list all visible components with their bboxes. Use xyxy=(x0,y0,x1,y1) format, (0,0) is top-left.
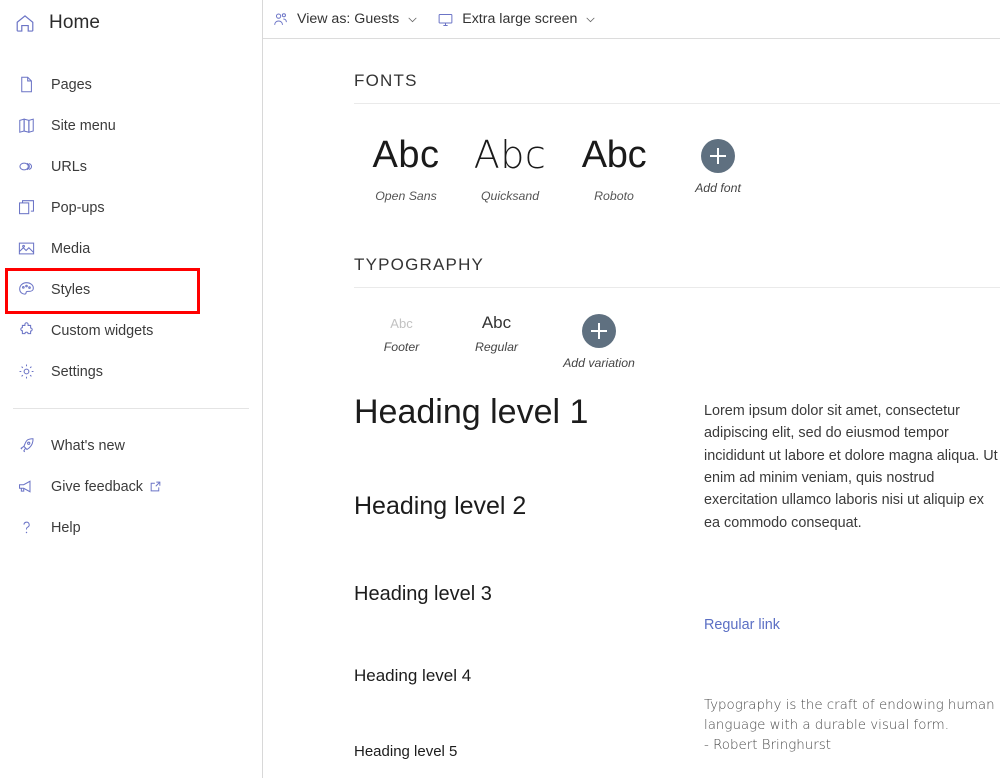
quote-sample: Typography is the craft of endowing huma… xyxy=(704,696,1000,756)
variation-card-regular[interactable]: Abc Regular xyxy=(449,310,544,354)
font-name: Quicksand xyxy=(480,189,540,203)
font-sample: Abc xyxy=(581,134,647,176)
quote-text: Typography is the craft of endowing huma… xyxy=(704,697,995,734)
fonts-list: Abc Open Sans Abc Quicksand Abc Roboto A… xyxy=(263,133,1000,203)
link-icon xyxy=(19,162,32,171)
main-panel: View as: Guests Extra large screen FONTS… xyxy=(263,0,1000,778)
sidebar-item-custom-widgets[interactable]: Custom widgets xyxy=(0,310,262,351)
sidebar-home-label: Home xyxy=(49,12,101,33)
typography-variations: Abc Footer Abc Regular Add variation xyxy=(263,310,1000,370)
paragraph-sample: Lorem ipsum dolor sit amet, consectetur … xyxy=(704,403,998,531)
monitor-icon xyxy=(438,13,453,26)
typography-preview: Heading level 1 Heading level 2 Heading … xyxy=(263,393,1000,760)
sidebar-item-give-feedback[interactable]: Give feedback xyxy=(0,466,262,507)
body-text-column: Lorem ipsum dolor sit amet, consectetur … xyxy=(694,394,1000,760)
home-icon xyxy=(16,15,34,32)
add-font-button[interactable]: Add font xyxy=(666,133,770,195)
font-card[interactable]: Abc Roboto xyxy=(562,133,666,203)
external-link-icon xyxy=(150,481,161,492)
view-as-label: View as: Guests xyxy=(297,11,400,27)
sidebar-item-label: Pop-ups xyxy=(51,199,105,216)
heading-level-1: Heading level 1 xyxy=(354,393,589,431)
image-icon xyxy=(18,242,35,255)
sidebar-item-label: URLs xyxy=(51,158,87,175)
palette-icon xyxy=(19,282,34,295)
book-icon xyxy=(19,118,34,133)
font-sample: Abc xyxy=(372,134,440,176)
sidebar-item-whats-new[interactable]: What's new xyxy=(0,425,262,466)
sidebar-item-label: Site menu xyxy=(51,117,116,134)
screen-size-dropdown[interactable]: Extra large screen xyxy=(437,11,597,28)
variation-name: Regular xyxy=(474,340,519,354)
heading-level-2: Heading level 2 xyxy=(354,492,527,521)
question-icon xyxy=(23,521,30,534)
sidebar-item-popups[interactable]: Pop-ups xyxy=(0,187,262,228)
sidebar-item-media[interactable]: Media xyxy=(0,228,262,269)
sidebar-home[interactable]: Home xyxy=(0,0,262,46)
chevron-down-icon xyxy=(408,17,417,22)
sidebar: Home Pages Site menu URLs Pop-ups Media … xyxy=(0,0,263,778)
screen-size-label: Extra large screen xyxy=(462,11,578,27)
section-divider xyxy=(354,287,1000,288)
quote-author: - Robert Bringhurst xyxy=(704,738,831,754)
add-variation-button[interactable]: Add variation xyxy=(544,310,654,370)
font-card[interactable]: Abc Open Sans xyxy=(354,133,458,203)
sidebar-item-label: Settings xyxy=(51,363,103,380)
people-icon xyxy=(274,12,287,25)
font-sample: Abc xyxy=(473,133,547,177)
sidebar-item-styles[interactable]: Styles xyxy=(0,269,262,310)
view-as-dropdown[interactable]: View as: Guests xyxy=(272,11,419,28)
variation-sample: Abc xyxy=(481,313,512,332)
styles-editor-page: Home Pages Site menu URLs Pop-ups Media … xyxy=(0,0,1000,778)
styles-content: FONTS Abc Open Sans Abc Quicksand Abc Ro… xyxy=(263,71,1000,760)
add-variation-label: Add variation xyxy=(563,356,635,370)
sidebar-item-help[interactable]: Help xyxy=(0,507,262,548)
sidebar-divider xyxy=(13,408,249,409)
font-name: Open Sans xyxy=(375,189,437,203)
page-icon xyxy=(21,76,32,93)
sidebar-secondary-nav: What's new Give feedback Help xyxy=(0,425,262,548)
heading-level-3: Heading level 3 xyxy=(354,582,492,605)
popups-icon xyxy=(19,200,34,215)
variation-card-footer[interactable]: Abc Footer xyxy=(354,310,449,355)
sidebar-item-urls[interactable]: URLs xyxy=(0,146,262,187)
typography-section-title: TYPOGRAPHY xyxy=(354,255,485,274)
plus-icon xyxy=(701,139,735,173)
sidebar-item-label: What's new xyxy=(51,437,125,454)
chevron-down-icon xyxy=(586,17,595,22)
plus-icon xyxy=(582,314,616,348)
regular-link[interactable]: Regular link xyxy=(704,617,780,633)
font-card[interactable]: Abc Quicksand xyxy=(458,133,562,203)
megaphone-icon xyxy=(19,480,31,493)
sidebar-item-label: Pages xyxy=(51,76,92,93)
variation-sample: Abc xyxy=(390,315,413,331)
section-divider xyxy=(354,103,1000,104)
fonts-section: FONTS Abc Open Sans Abc Quicksand Abc Ro… xyxy=(263,71,1000,203)
gear-icon xyxy=(19,364,34,379)
puzzle-icon xyxy=(20,322,33,335)
sidebar-item-settings[interactable]: Settings xyxy=(0,351,262,392)
sidebar-nav: Pages Site menu URLs Pop-ups Media Style… xyxy=(0,64,262,548)
fonts-section-title: FONTS xyxy=(354,71,418,90)
sidebar-item-label: Styles xyxy=(51,281,91,298)
toolbar: View as: Guests Extra large screen xyxy=(263,0,1000,39)
sidebar-item-label: Help xyxy=(51,519,81,536)
heading-level-4: Heading level 4 xyxy=(354,665,472,685)
add-font-label: Add font xyxy=(695,181,741,195)
variation-name: Footer xyxy=(383,340,420,354)
headings-column: Heading level 1 Heading level 2 Heading … xyxy=(354,393,694,760)
sidebar-item-site-menu[interactable]: Site menu xyxy=(0,105,262,146)
sidebar-item-pages[interactable]: Pages xyxy=(0,64,262,105)
typography-section: TYPOGRAPHY Abc Footer Abc Regular Add va… xyxy=(263,255,1000,760)
font-name: Roboto xyxy=(594,189,634,203)
sidebar-item-label: Custom widgets xyxy=(51,322,154,339)
sidebar-item-label: Give feedback xyxy=(51,478,143,495)
sidebar-item-label: Media xyxy=(51,240,91,257)
heading-level-5: Heading level 5 xyxy=(354,742,458,760)
rocket-icon xyxy=(20,438,34,453)
